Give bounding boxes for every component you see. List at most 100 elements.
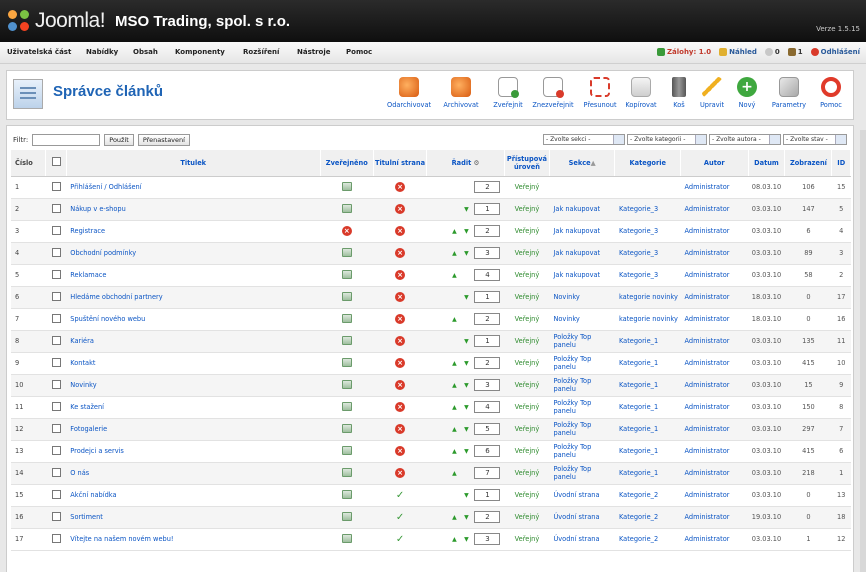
row-checkbox[interactable]: [51, 423, 61, 433]
order-input[interactable]: 4: [474, 269, 501, 281]
frontpage-x-icon[interactable]: ×: [395, 380, 405, 390]
author-link[interactable]: Administrator: [680, 374, 749, 397]
section-link[interactable]: Položky Top panelu: [549, 330, 615, 353]
author-link[interactable]: Administrator: [680, 528, 749, 551]
users-count[interactable]: 1: [787, 48, 803, 56]
order-input[interactable]: 6: [474, 445, 501, 457]
article-title-link[interactable]: O nás: [66, 462, 321, 485]
row-checkbox[interactable]: [51, 533, 61, 543]
article-title-link[interactable]: Prodejci a servis: [66, 440, 321, 463]
category-link[interactable]: Kategorie_2: [614, 506, 681, 529]
section-link[interactable]: Položky Top panelu: [549, 462, 615, 485]
access-level[interactable]: Veřejný: [504, 220, 550, 243]
author-link[interactable]: Administrator: [680, 462, 749, 485]
section-link[interactable]: [549, 176, 615, 199]
frontpage-x-icon[interactable]: ×: [395, 402, 405, 412]
order-input[interactable]: 3: [474, 247, 501, 259]
order-up-icon[interactable]: ▲: [450, 536, 458, 543]
section-link[interactable]: Položky Top panelu: [549, 418, 615, 441]
order-input[interactable]: 5: [474, 423, 501, 435]
section-link[interactable]: Položky Top panelu: [549, 374, 615, 397]
published-icon[interactable]: [341, 401, 352, 411]
order-input[interactable]: 1: [474, 203, 501, 215]
row-checkbox[interactable]: [51, 225, 61, 235]
section-link[interactable]: Položky Top panelu: [549, 352, 615, 375]
category-link[interactable]: Kategorie_3: [614, 264, 681, 287]
published-icon[interactable]: [341, 357, 352, 367]
article-title-link[interactable]: Novinky: [66, 374, 321, 397]
archive-button[interactable]: Archivovat: [439, 77, 483, 109]
section-link[interactable]: Jak nakupovat: [549, 220, 615, 243]
published-icon[interactable]: [341, 335, 352, 345]
access-level[interactable]: Veřejný: [504, 242, 550, 265]
row-checkbox[interactable]: [51, 401, 61, 411]
access-level[interactable]: Veřejný: [504, 462, 550, 485]
published-icon[interactable]: [341, 489, 352, 499]
order-input[interactable]: 3: [474, 379, 501, 391]
article-title-link[interactable]: Hledáme obchodní partnery: [66, 286, 321, 309]
author-link[interactable]: Administrator: [680, 506, 749, 529]
col-title[interactable]: Titulek: [66, 150, 321, 177]
article-title-link[interactable]: Sortiment: [66, 506, 321, 529]
category-link[interactable]: kategorie novinky: [614, 308, 681, 331]
author-link[interactable]: Administrator: [680, 286, 749, 309]
category-link[interactable]: Kategorie_3: [614, 198, 681, 221]
category-link[interactable]: Kategorie_3: [614, 220, 681, 243]
published-icon[interactable]: [341, 269, 352, 279]
order-down-icon[interactable]: ▼: [462, 250, 470, 257]
published-icon[interactable]: [341, 379, 352, 389]
order-up-icon[interactable]: ▲: [450, 316, 458, 323]
frontpage-x-icon[interactable]: ×: [395, 358, 405, 368]
author-link[interactable]: Administrator: [680, 176, 749, 199]
menu-content[interactable]: Obsah: [133, 48, 158, 56]
category-link[interactable]: Kategorie_1: [614, 374, 681, 397]
row-checkbox[interactable]: [51, 313, 61, 323]
col-front[interactable]: Titulní strana: [373, 150, 428, 177]
order-down-icon[interactable]: ▼: [462, 360, 470, 367]
order-down-icon[interactable]: ▼: [462, 338, 470, 345]
access-level[interactable]: Veřejný: [504, 198, 550, 221]
published-icon[interactable]: [341, 247, 352, 257]
access-level[interactable]: Veřejný: [504, 286, 550, 309]
row-checkbox[interactable]: [51, 291, 61, 301]
order-up-icon[interactable]: ▲: [450, 228, 458, 235]
published-icon[interactable]: [341, 181, 352, 191]
published-icon[interactable]: [341, 467, 352, 477]
order-up-icon[interactable]: ▲: [450, 382, 458, 389]
col-date[interactable]: Datum: [748, 150, 786, 177]
order-input[interactable]: 2: [474, 181, 501, 193]
article-title-link[interactable]: Kontakt: [66, 352, 321, 375]
author-link[interactable]: Administrator: [680, 330, 749, 353]
published-icon[interactable]: [341, 445, 352, 455]
col-section[interactable]: Sekce▲: [549, 150, 616, 177]
frontpage-x-icon[interactable]: ×: [395, 270, 405, 280]
article-title-link[interactable]: Fotogalerie: [66, 418, 321, 441]
order-down-icon[interactable]: ▼: [462, 448, 470, 455]
article-title-link[interactable]: Přihlášení / Odhlášení: [66, 176, 321, 199]
section-select[interactable]: - Zvolte sekci -: [543, 134, 625, 145]
messages-count[interactable]: 0: [764, 48, 780, 56]
section-link[interactable]: Novinky: [549, 286, 615, 309]
author-select[interactable]: - Zvolte autora -: [709, 134, 781, 145]
parameters-button[interactable]: Parametry: [767, 77, 811, 109]
menu-help[interactable]: Pomoc: [346, 48, 372, 56]
logout-link[interactable]: Odhlášení: [810, 48, 860, 56]
order-input[interactable]: 2: [474, 357, 501, 369]
frontpage-check-icon[interactable]: ✓: [396, 490, 404, 501]
category-link[interactable]: kategorie novinky: [614, 286, 681, 309]
frontpage-x-icon[interactable]: ×: [395, 336, 405, 346]
published-icon[interactable]: [341, 291, 352, 301]
section-link[interactable]: Položky Top panelu: [549, 440, 615, 463]
author-link[interactable]: Administrator: [680, 418, 749, 441]
order-input[interactable]: 2: [474, 313, 501, 325]
access-level[interactable]: Veřejný: [504, 330, 550, 353]
category-select[interactable]: - Zvolte kategorii -: [627, 134, 707, 145]
author-link[interactable]: Administrator: [680, 308, 749, 331]
published-icon[interactable]: [341, 511, 352, 521]
filter-reset-button[interactable]: Přenastavení: [137, 134, 190, 146]
access-level[interactable]: Veřejný: [504, 506, 550, 529]
category-link[interactable]: Kategorie_1: [614, 330, 681, 353]
article-title-link[interactable]: Nákup v e-shopu: [66, 198, 321, 221]
order-up-icon[interactable]: ▲: [450, 272, 458, 279]
article-title-link[interactable]: Reklamace: [66, 264, 321, 287]
